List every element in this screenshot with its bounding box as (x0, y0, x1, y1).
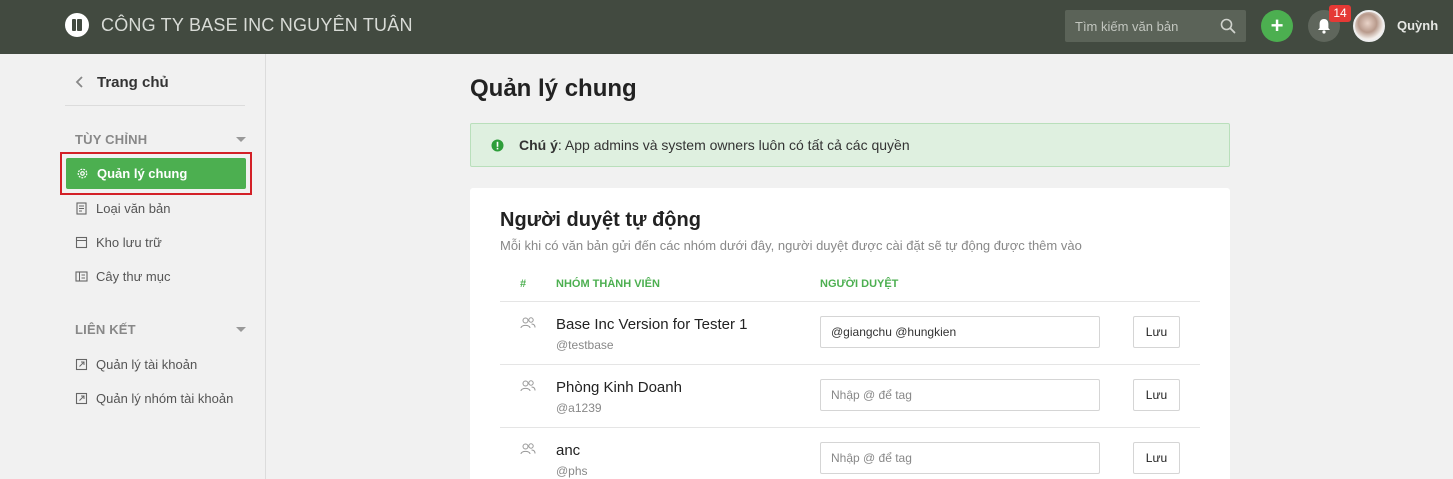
external-link-icon (75, 358, 88, 370)
column-header-group: NHÓM THÀNH VIÊN (556, 278, 660, 290)
save-button[interactable]: Lưu (1133, 316, 1180, 348)
group-name: Phòng Kinh Doanh (556, 379, 682, 396)
sidebar-item-archive[interactable]: Kho lưu trữ (75, 232, 162, 252)
highlight-box: Quản lý chung (60, 152, 252, 195)
sidebar-item-label: Loại văn bản (96, 200, 171, 216)
sidebar-divider (65, 105, 245, 106)
search-box[interactable] (1065, 10, 1246, 42)
sidebar: Trang chủ TÙY CHỈNH Quản lý chung Loại v… (0, 54, 266, 479)
save-button[interactable]: Lưu (1133, 442, 1180, 474)
group-handle: @testbase (556, 338, 614, 352)
approver-input[interactable] (820, 442, 1100, 474)
add-button[interactable]: + (1261, 10, 1293, 42)
group-handle: @a1239 (556, 401, 602, 415)
chevron-left-icon (75, 76, 83, 88)
top-bar: CÔNG TY BASE INC NGUYÊN TUÂN + 14 Quỳnh (0, 0, 1453, 54)
search-input[interactable] (1065, 10, 1215, 42)
sidebar-item-label: Quản lý nhóm tài khoản (96, 390, 234, 406)
document-icon (76, 201, 87, 215)
sidebar-item-general[interactable]: Quản lý chung (66, 158, 246, 189)
approver-input[interactable] (820, 379, 1100, 411)
page-title: Quản lý chung (470, 75, 637, 102)
column-header-index: # (520, 278, 527, 290)
sidebar-item-account-management[interactable]: Quản lý tài khoản (75, 354, 197, 374)
external-link-icon (75, 392, 88, 404)
users-icon (520, 443, 536, 455)
users-icon (520, 317, 536, 329)
sidebar-item-label: Quản lý chung (97, 166, 188, 181)
section-links-title[interactable]: LIÊN KẾT (75, 322, 136, 337)
auto-approver-card: Người duyệt tự động Mỗi khi có văn bản g… (470, 188, 1230, 479)
notification-badge[interactable]: 14 (1329, 5, 1351, 22)
folder-tree-icon (75, 270, 88, 282)
table-row: anc @phs Lưu (500, 428, 1200, 479)
sidebar-item-label: Kho lưu trữ (96, 234, 162, 250)
sidebar-item-account-group-management[interactable]: Quản lý nhóm tài khoản (75, 388, 233, 408)
caret-down-icon[interactable] (236, 137, 246, 142)
group-name: anc (556, 442, 581, 459)
column-header-approver: NGƯỜI DUYỆT (820, 278, 899, 290)
avatar[interactable] (1353, 10, 1385, 42)
caret-down-icon[interactable] (236, 327, 246, 332)
search-icon[interactable] (1220, 18, 1236, 34)
archive-icon (75, 236, 88, 248)
alert-banner: Chú ý: App admins và system owners luôn … (470, 123, 1230, 167)
alert-strong: Chú ý (519, 137, 558, 153)
group-name: Base Inc Version for Tester 1 (556, 316, 748, 333)
approver-input[interactable] (820, 316, 1100, 348)
table-row: Base Inc Version for Tester 1 @testbase … (500, 302, 1200, 365)
section-custom-title[interactable]: TÙY CHỈNH (75, 132, 147, 147)
save-button[interactable]: Lưu (1133, 379, 1180, 411)
sidebar-item-label: Cây thư mục (96, 268, 171, 284)
table-row: Phòng Kinh Doanh @a1239 Lưu (500, 365, 1200, 428)
group-handle: @phs (556, 464, 588, 478)
plus-icon: + (1270, 13, 1284, 38)
base-logo-icon[interactable] (65, 13, 89, 37)
sidebar-item-folder-tree[interactable]: Cây thư mục (75, 266, 170, 286)
gear-icon (77, 168, 88, 179)
card-title: Người duyệt tự động (500, 209, 701, 231)
user-name[interactable]: Quỳnh (1397, 18, 1438, 33)
exclamation-circle-icon (491, 139, 504, 151)
sidebar-item-label: Quản lý tài khoản (96, 356, 198, 372)
back-home-link[interactable]: Trang chủ (75, 72, 169, 92)
company-name[interactable]: CÔNG TY BASE INC NGUYÊN TUÂN (101, 15, 413, 36)
users-icon (520, 380, 536, 392)
back-label: Trang chủ (97, 73, 169, 91)
alert-text: : App admins và system owners luôn có tấ… (557, 137, 910, 153)
sidebar-item-document-types[interactable]: Loại văn bản (75, 198, 170, 218)
card-description: Mỗi khi có văn bản gửi đến các nhóm dưới… (500, 238, 1082, 253)
